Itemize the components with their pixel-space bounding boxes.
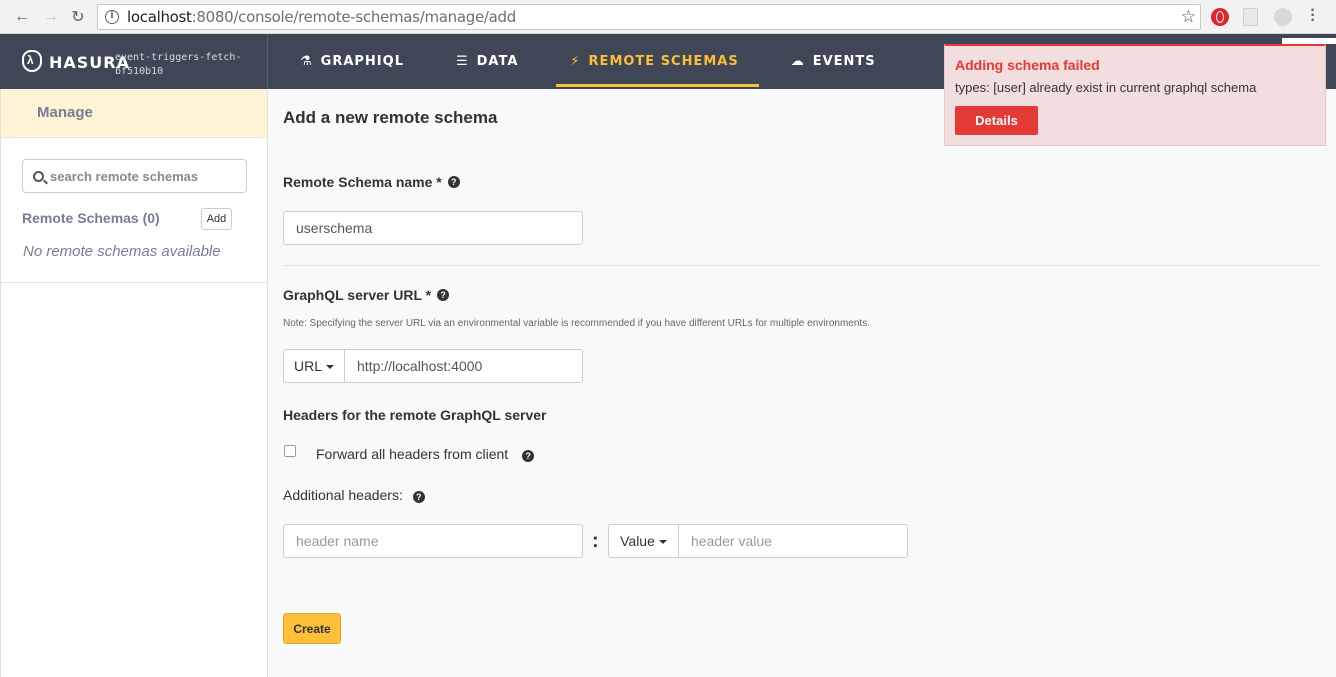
- url-text: localhost:8080/console/remote-schemas/ma…: [127, 8, 516, 26]
- opera-extension-icon[interactable]: [1211, 8, 1229, 26]
- url-type-dropdown[interactable]: URL: [283, 349, 345, 383]
- search-icon: [33, 170, 44, 182]
- tab-data[interactable]: ☰ DATA: [442, 34, 538, 89]
- brand[interactable]: HASURA event-triggers-fetch- bf510b10: [0, 34, 268, 89]
- project-name: event-triggers-fetch- bf510b10: [115, 52, 242, 77]
- document-extension-icon[interactable]: [1243, 8, 1258, 26]
- search-input[interactable]: [50, 168, 230, 184]
- server-url-input[interactable]: http://localhost:4000: [344, 349, 583, 383]
- browser-toolbar: ← → ↻ i localhost:8080/console/remote-sc…: [0, 0, 1336, 34]
- details-button[interactable]: Details: [955, 106, 1038, 135]
- help-icon[interactable]: ?: [412, 491, 425, 503]
- notification-title: Adding schema failed: [955, 57, 1100, 73]
- main-content: Add a new remote schema Remote Schema na…: [268, 89, 1336, 677]
- header-name-input[interactable]: header name: [283, 524, 583, 558]
- forward-button[interactable]: →: [41, 7, 61, 27]
- colon-separator: :: [592, 530, 599, 552]
- tab-remote-schemas[interactable]: ⚡ REMOTE SCHEMAS: [556, 34, 760, 89]
- add-remote-schema-button[interactable]: Add: [201, 208, 232, 230]
- server-url-note: Note: Specifying the server URL via an e…: [283, 318, 870, 329]
- back-button[interactable]: ←: [12, 7, 32, 27]
- error-notification: Adding schema failed types: [user] alrea…: [944, 44, 1326, 146]
- search-box[interactable]: [22, 159, 247, 193]
- tab-label: GRAPHIQL: [320, 54, 404, 69]
- reload-button[interactable]: ↻: [68, 7, 88, 27]
- empty-list-message: No remote schemas available: [23, 243, 221, 260]
- section-divider: [283, 265, 1320, 266]
- tab-label: EVENTS: [812, 54, 876, 69]
- cloud-icon: ☁: [790, 54, 805, 69]
- browser-menu-icon[interactable]: · · ·: [1307, 3, 1319, 29]
- additional-headers-label: Additional headers: ?: [283, 487, 425, 503]
- caret-down-icon: [658, 540, 667, 544]
- remote-schemas-title: Remote Schemas (0): [22, 210, 160, 226]
- sidebar-divider: [1, 282, 268, 283]
- address-bar[interactable]: i localhost:8080/console/remote-schemas/…: [97, 4, 1201, 30]
- tab-label: REMOTE SCHEMAS: [588, 54, 739, 69]
- plug-icon: ⚡: [570, 54, 581, 69]
- site-info-icon[interactable]: i: [105, 10, 119, 24]
- tab-events[interactable]: ☁ EVENTS: [777, 34, 896, 89]
- schema-name-label: Remote Schema name * ?: [283, 174, 460, 190]
- caret-down-icon: [326, 365, 334, 369]
- tab-label: DATA: [476, 54, 519, 69]
- sidebar-manage-link[interactable]: Manage: [1, 89, 267, 138]
- database-icon: ☰: [455, 54, 469, 69]
- help-icon[interactable]: ?: [522, 450, 535, 462]
- help-icon[interactable]: ?: [447, 176, 460, 188]
- forward-headers-checkbox[interactable]: [284, 445, 296, 457]
- header-type-dropdown[interactable]: Value: [608, 524, 679, 558]
- flask-icon: ⚗: [300, 54, 313, 69]
- tab-graphiql[interactable]: ⚗ GRAPHIQL: [286, 34, 424, 89]
- help-icon[interactable]: ?: [437, 289, 450, 301]
- create-button[interactable]: Create: [283, 613, 341, 644]
- notification-message: types: [user] already exist in current g…: [955, 80, 1257, 95]
- sidebar: Manage Remote Schemas (0) Add No remote …: [0, 89, 268, 677]
- headers-title: Headers for the remote GraphQL server: [283, 407, 547, 423]
- bookmark-star-icon[interactable]: ☆: [1181, 7, 1196, 27]
- forward-headers-label: Forward all headers from client ?: [316, 446, 535, 462]
- hasura-logo-icon: [22, 50, 42, 72]
- main-nav-tabs: ⚗ GRAPHIQL ☰ DATA ⚡ REMOTE SCHEMAS ☁ EVENTS: [268, 34, 896, 89]
- page-title: Add a new remote schema: [283, 108, 498, 127]
- discord-extension-icon[interactable]: [1274, 8, 1292, 26]
- schema-name-input[interactable]: userschema: [283, 211, 583, 245]
- server-url-label: GraphQL server URL * ?: [283, 287, 450, 303]
- header-value-input[interactable]: header value: [678, 524, 908, 558]
